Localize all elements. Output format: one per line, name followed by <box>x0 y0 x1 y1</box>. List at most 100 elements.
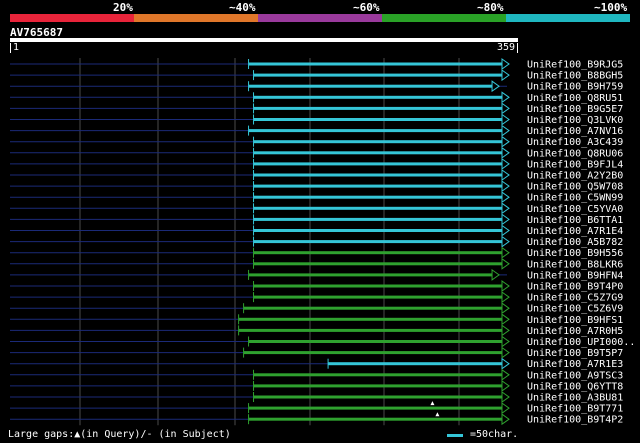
hit-bar[interactable] <box>253 162 502 166</box>
hit-bar[interactable] <box>253 184 502 188</box>
hit-arrow-icon <box>501 124 510 137</box>
hit-label[interactable]: UniRef100_A7R1E4 <box>527 226 623 237</box>
hit-arrow-icon <box>491 268 500 281</box>
hit-bar[interactable] <box>253 206 502 210</box>
hit-arrow-icon <box>501 180 510 193</box>
hit-bar[interactable] <box>253 173 502 177</box>
hit-bar[interactable] <box>253 217 502 221</box>
hit-arrow-icon <box>501 135 510 148</box>
hit-label[interactable]: UniRef100_A9TSC3 <box>527 370 623 381</box>
hit-arrow-icon <box>491 80 500 93</box>
hit-bar[interactable] <box>253 73 502 77</box>
hit-bar[interactable] <box>248 129 502 133</box>
hit-arrow-icon <box>501 146 510 159</box>
scale-legend: =50char. <box>470 429 519 440</box>
hit-bar[interactable] <box>253 295 502 299</box>
hit-label[interactable]: UniRef100_Q3LVK0 <box>527 115 623 126</box>
hit-bar[interactable] <box>253 95 502 99</box>
hit-bar[interactable] <box>253 395 502 399</box>
hit-arrow-icon <box>501 391 510 403</box>
hit-bar[interactable] <box>243 351 502 355</box>
hit-bar[interactable] <box>248 84 493 88</box>
hit-label[interactable]: UniRef100_B9T4P0 <box>527 282 623 293</box>
hit-label[interactable]: UniRef100_B9H556 <box>527 248 623 259</box>
query-gap-marker-icon <box>430 401 435 406</box>
hit-label[interactable]: UniRef100_A2Y2B0 <box>527 171 623 182</box>
hit-bar[interactable] <box>253 229 502 232</box>
hit-label[interactable]: UniRef100_A7R1E3 <box>527 359 623 370</box>
hit-bar[interactable] <box>328 362 502 366</box>
hit-label[interactable]: UniRef100_Q6YTT8 <box>527 381 623 392</box>
hit-bar[interactable] <box>253 262 502 266</box>
hit-label[interactable]: UniRef100_B8LKR6 <box>527 259 623 270</box>
hit-arrow-icon <box>501 58 510 70</box>
hit-arrow-icon <box>501 335 510 348</box>
hit-arrow-icon <box>501 357 510 370</box>
hit-bar[interactable] <box>253 284 502 288</box>
hit-label[interactable]: UniRef100_A7NV16 <box>527 126 623 137</box>
hit-arrow-icon <box>501 302 510 315</box>
hit-bar[interactable] <box>253 151 502 155</box>
hit-label[interactable]: UniRef100_C5YVA0 <box>527 204 623 215</box>
hit-bar[interactable] <box>253 251 502 255</box>
hit-arrow-icon <box>501 291 510 304</box>
hit-label[interactable]: UniRef100_C5WN99 <box>527 193 623 204</box>
hit-arrow-icon <box>501 102 510 115</box>
hit-arrow-icon <box>501 157 510 170</box>
hit-label[interactable]: UniRef100_Q5W708 <box>527 182 623 193</box>
hit-label[interactable]: UniRef100_A5B782 <box>527 237 623 248</box>
hit-bar[interactable] <box>248 273 493 277</box>
hit-label[interactable]: UniRef100_B6TTA1 <box>527 215 623 226</box>
hit-arrow-icon <box>501 324 510 337</box>
hit-label[interactable]: UniRef100_B9FJL4 <box>527 159 623 170</box>
hit-bar[interactable] <box>253 118 502 121</box>
hit-label[interactable]: UniRef100_B9G5E7 <box>527 104 623 115</box>
hit-bar[interactable] <box>253 384 502 388</box>
alignment-plot: UniRef100_B9RJG5UniRef100_B8BGH5UniRef10… <box>10 58 635 426</box>
hit-arrow-icon <box>501 413 510 426</box>
hit-arrow-icon <box>501 246 510 259</box>
hit-arrow-icon <box>501 280 510 292</box>
hit-label[interactable]: UniRef100_C5Z7G9 <box>527 293 623 304</box>
hit-arrow-icon <box>501 346 510 359</box>
hit-label[interactable]: UniRef100_Q8RU51 <box>527 93 623 104</box>
hit-arrow-icon <box>501 91 510 104</box>
hit-arrow-icon <box>501 379 510 392</box>
hit-bar[interactable] <box>238 317 502 321</box>
hit-label[interactable]: UniRef100_Q8RU06 <box>527 148 623 159</box>
hit-arrow-icon <box>501 113 510 126</box>
hit-bar[interactable] <box>248 62 502 66</box>
hit-label[interactable]: UniRef100_A3BU81 <box>527 393 623 404</box>
hit-bar[interactable] <box>253 140 502 144</box>
gaps-legend: Large gaps:▲(in Query)/- (in Subject) <box>8 429 231 440</box>
hit-bar[interactable] <box>253 240 502 244</box>
hit-label[interactable]: UniRef100_B9RJG5 <box>527 60 623 71</box>
hit-bar[interactable] <box>248 417 502 421</box>
hit-arrow-icon <box>501 202 510 215</box>
hit-arrow-icon <box>501 368 510 381</box>
hit-label[interactable]: UniRef100_B8BGH5 <box>527 71 623 82</box>
hit-label[interactable]: UniRef100_B9T5P7 <box>527 348 623 359</box>
hit-label[interactable]: UniRef100_A3C439 <box>527 137 623 148</box>
hit-bar[interactable] <box>238 328 502 332</box>
hit-label[interactable]: UniRef100_C5Z6V9 <box>527 304 623 315</box>
hit-label[interactable]: UniRef100_B9T4P2 <box>527 415 623 426</box>
hit-arrow-icon <box>501 69 510 82</box>
hit-bar[interactable] <box>243 306 502 310</box>
hit-label[interactable]: UniRef100_B9HFS1 <box>527 315 623 326</box>
hit-label[interactable]: UniRef100_A7R0H5 <box>527 326 623 337</box>
hit-arrow-icon <box>501 224 510 237</box>
hit-label[interactable]: UniRef100_B9H759 <box>527 82 623 93</box>
query-gap-marker-icon <box>435 412 440 417</box>
hit-bar[interactable] <box>253 106 502 110</box>
hit-label[interactable]: UniRef100_B9T771 <box>527 404 623 415</box>
hit-bar[interactable] <box>253 373 502 377</box>
hit-bar[interactable] <box>248 406 502 410</box>
hit-label[interactable]: UniRef100_UPI000.. <box>527 337 635 348</box>
hit-arrow-icon <box>501 313 510 326</box>
hit-bar[interactable] <box>248 340 502 343</box>
hit-label[interactable]: UniRef100_B9HFN4 <box>527 270 623 281</box>
hit-bar[interactable] <box>253 195 502 199</box>
hit-arrow-icon <box>501 235 510 248</box>
hit-arrow-icon <box>501 169 510 181</box>
